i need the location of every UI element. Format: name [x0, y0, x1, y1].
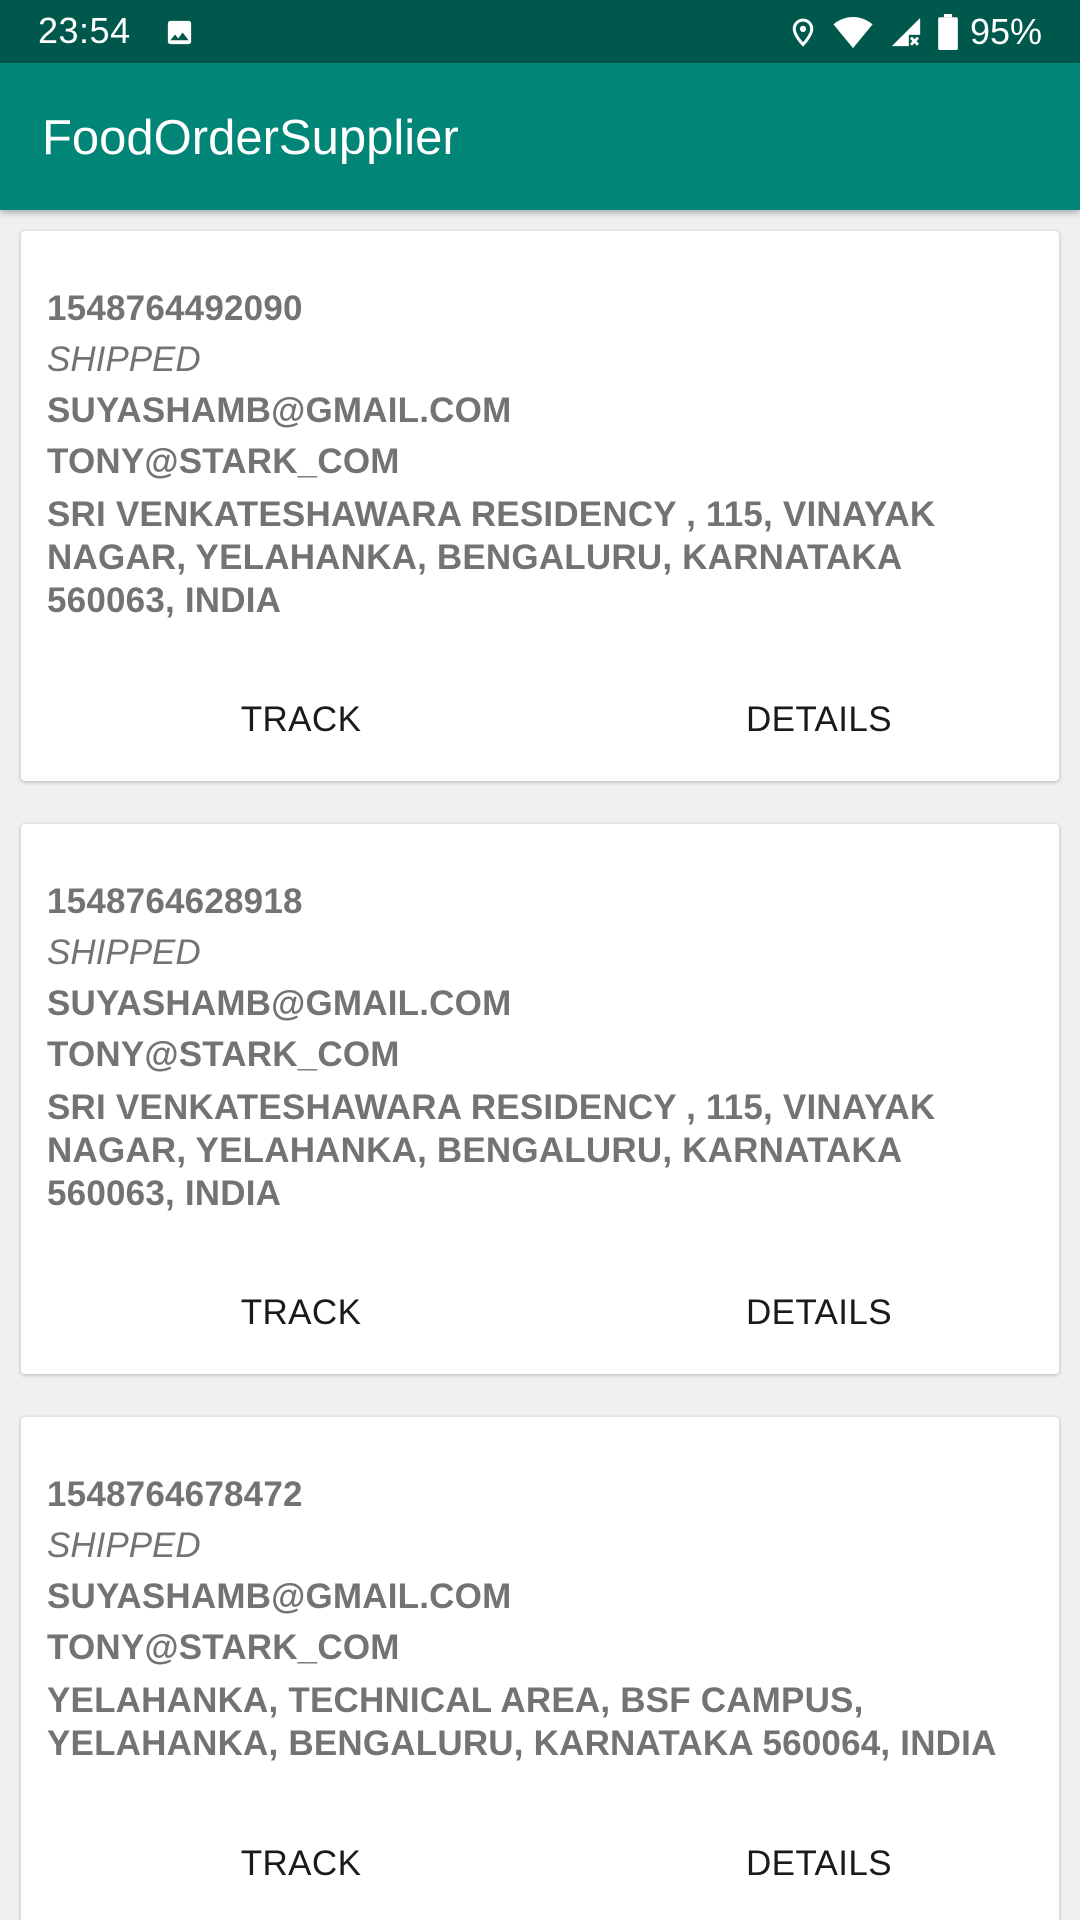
details-button[interactable]: DETAILS: [669, 1291, 969, 1335]
order-id: 1548764678472: [47, 1475, 303, 1514]
details-button[interactable]: DETAILS: [669, 698, 969, 742]
location-icon: [792, 18, 814, 47]
delivery-address: SRI VENKATESHAWARA RESIDENCY , 115, VINA…: [47, 1088, 936, 1213]
track-button[interactable]: TRACK: [151, 1291, 451, 1335]
supplier-email: TONY@STARK_COM: [47, 442, 400, 481]
delivery-address: YELAHANKA, TECHNICAL AREA, BSF CAMPUS, Y…: [47, 1681, 997, 1763]
orders-list[interactable]: 1548764492090 SHIPPED SUYASHAMB@GMAIL.CO…: [0, 210, 1080, 1920]
track-button[interactable]: TRACK: [151, 698, 451, 742]
app-bar: FoodOrderSupplier: [0, 63, 1080, 210]
order-card: 1548764492090 SHIPPED SUYASHAMB@GMAIL.CO…: [21, 231, 1059, 781]
customer-email: SUYASHAMB@GMAIL.COM: [47, 391, 512, 430]
order-id: 1548764492090: [47, 289, 303, 328]
customer-email: SUYASHAMB@GMAIL.COM: [47, 984, 512, 1023]
status-icons: 95%: [774, 12, 1042, 52]
battery-icon: [938, 14, 958, 50]
customer-email: SUYASHAMB@GMAIL.COM: [47, 1577, 512, 1616]
order-status: SHIPPED: [47, 933, 201, 972]
supplier-email: TONY@STARK_COM: [47, 1628, 400, 1667]
wifi-icon: [833, 17, 873, 49]
order-status: SHIPPED: [47, 340, 201, 379]
supplier-email: TONY@STARK_COM: [47, 1035, 400, 1074]
signal-icon: [891, 17, 922, 48]
track-button[interactable]: TRACK: [151, 1842, 451, 1886]
order-id: 1548764628918: [47, 882, 303, 921]
status-time: 23:54: [38, 10, 131, 51]
status-bar: 23:54 95%: [0, 0, 1080, 63]
order-card: 1548764628918 SHIPPED SUYASHAMB@GMAIL.CO…: [21, 824, 1059, 1374]
battery-percentage: 95%: [969, 11, 1042, 52]
app-title: FoodOrderSupplier: [42, 111, 459, 165]
image-icon: [167, 20, 192, 45]
order-status: SHIPPED: [47, 1526, 201, 1565]
order-card: 1548764678472 SHIPPED SUYASHAMB@GMAIL.CO…: [21, 1417, 1059, 1920]
details-button[interactable]: DETAILS: [669, 1842, 969, 1886]
delivery-address: SRI VENKATESHAWARA RESIDENCY , 115, VINA…: [47, 495, 936, 620]
